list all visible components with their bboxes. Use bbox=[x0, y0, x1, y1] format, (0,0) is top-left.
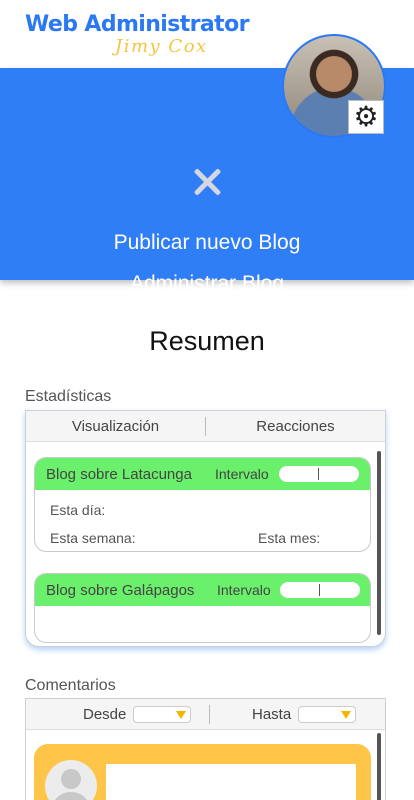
chevron-down-icon bbox=[341, 711, 351, 719]
stat-week-label: Esta semana: bbox=[50, 530, 136, 546]
toggle-divider bbox=[319, 584, 320, 596]
interval-toggle[interactable] bbox=[279, 466, 359, 482]
comments-section-label: Comentarios bbox=[25, 677, 116, 694]
from-date-select[interactable] bbox=[133, 706, 191, 723]
blog-stats-card: Blog sobre Latacunga Intervalo Esta día:… bbox=[34, 457, 371, 552]
user-placeholder-icon bbox=[45, 760, 97, 800]
tab-visualizacion[interactable]: Visualización bbox=[26, 418, 205, 435]
menu-item-administrar-blog[interactable]: Administrar Blog bbox=[0, 272, 414, 296]
chevron-down-icon bbox=[176, 711, 186, 719]
stats-tabs: Visualización Reacciones bbox=[26, 411, 385, 442]
tab-reacciones[interactable]: Reacciones bbox=[206, 418, 385, 435]
comment-text-box bbox=[106, 764, 356, 800]
comments-scrollbar[interactable] bbox=[377, 733, 381, 800]
to-label: Hasta bbox=[252, 706, 292, 723]
filter-divider bbox=[209, 705, 210, 724]
stats-scrollbar[interactable] bbox=[377, 451, 381, 635]
brand-subtitle: Jimy Cox bbox=[115, 36, 208, 57]
from-label: Desde bbox=[83, 706, 127, 723]
menu-item-publicar-blog[interactable]: Publicar nuevo Blog bbox=[0, 231, 414, 255]
stat-month-label: Esta mes: bbox=[258, 530, 321, 546]
blog-card-title: Blog sobre Galápagos bbox=[46, 581, 195, 599]
interval-label: Intervalo bbox=[215, 466, 269, 482]
toggle-divider bbox=[318, 468, 319, 480]
blog-card-title: Blog sobre Latacunga bbox=[46, 465, 192, 483]
comment-card bbox=[34, 744, 371, 800]
gear-icon[interactable]: ⚙ bbox=[348, 100, 384, 134]
to-date-select[interactable] bbox=[298, 706, 356, 723]
blog-card-header: Blog sobre Galápagos Intervalo bbox=[35, 574, 370, 606]
stat-day-label: Esta día: bbox=[50, 502, 106, 518]
close-icon[interactable] bbox=[193, 168, 221, 196]
blog-card-header: Blog sobre Latacunga Intervalo bbox=[35, 458, 370, 490]
page-title: Resumen bbox=[149, 326, 265, 356]
comments-filter-bar: Desde Hasta bbox=[26, 699, 385, 730]
comments-panel: Desde Hasta bbox=[25, 698, 386, 800]
brand-title: Web Administrator bbox=[25, 12, 249, 37]
stats-panel: Visualización Reacciones Blog sobre Lata… bbox=[25, 410, 386, 647]
interval-toggle[interactable] bbox=[280, 582, 360, 598]
blog-stats-card: Blog sobre Galápagos Intervalo bbox=[34, 573, 371, 643]
interval-label: Intervalo bbox=[217, 582, 271, 598]
stats-section-label: Estadísticas bbox=[25, 388, 112, 405]
